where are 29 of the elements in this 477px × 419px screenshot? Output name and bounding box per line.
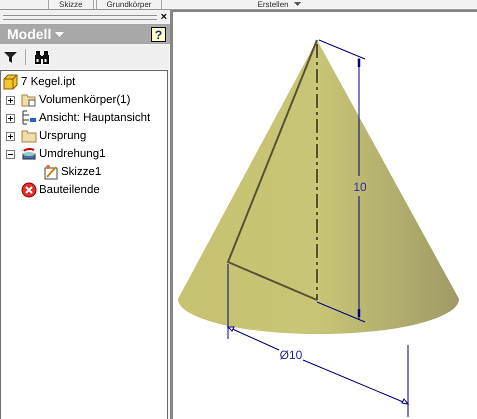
- ribbon-tab[interactable]: Grundkörper: [96, 0, 162, 9]
- ribbon-tab[interactable]: Skizze: [48, 0, 94, 9]
- binoculars-icon[interactable]: [34, 50, 50, 64]
- tree-item[interactable]: Volumenkörper(1): [39, 94, 130, 106]
- caret-icon[interactable]: [294, 2, 301, 6]
- tree-item[interactable]: Umdrehung1: [39, 148, 106, 160]
- revolve-icon: [21, 146, 37, 162]
- ribbon-tab[interactable]: Erstellen: [254, 0, 292, 9]
- collapse-icon[interactable]: [6, 150, 15, 158]
- filter-icon[interactable]: [4, 50, 17, 64]
- cube-icon: [3, 74, 19, 90]
- dimension-label: 10: [353, 180, 367, 194]
- tree-view-icon: [21, 110, 37, 126]
- expand-icon[interactable]: [6, 96, 15, 104]
- close-icon[interactable]: ×: [160, 11, 167, 23]
- tree-item[interactable]: Ansicht: Hauptansicht: [39, 112, 150, 124]
- tree-item[interactable]: Bauteilende: [39, 184, 100, 196]
- folder-icon: [21, 128, 37, 144]
- tree-item[interactable]: Ursprung: [39, 130, 86, 142]
- stop-icon: [21, 182, 37, 198]
- expand-icon[interactable]: [6, 114, 15, 122]
- tree-item[interactable]: Skizze1: [61, 166, 102, 178]
- help-icon[interactable]: ?: [151, 26, 166, 42]
- panel-grip[interactable]: [3, 14, 157, 20]
- folder-icon: [21, 92, 37, 108]
- dimension-label: Ø10: [280, 348, 302, 362]
- sketch-icon: [43, 164, 59, 180]
- expand-icon[interactable]: [6, 132, 15, 140]
- tree-item[interactable]: 7 Kegel.ipt: [21, 76, 76, 88]
